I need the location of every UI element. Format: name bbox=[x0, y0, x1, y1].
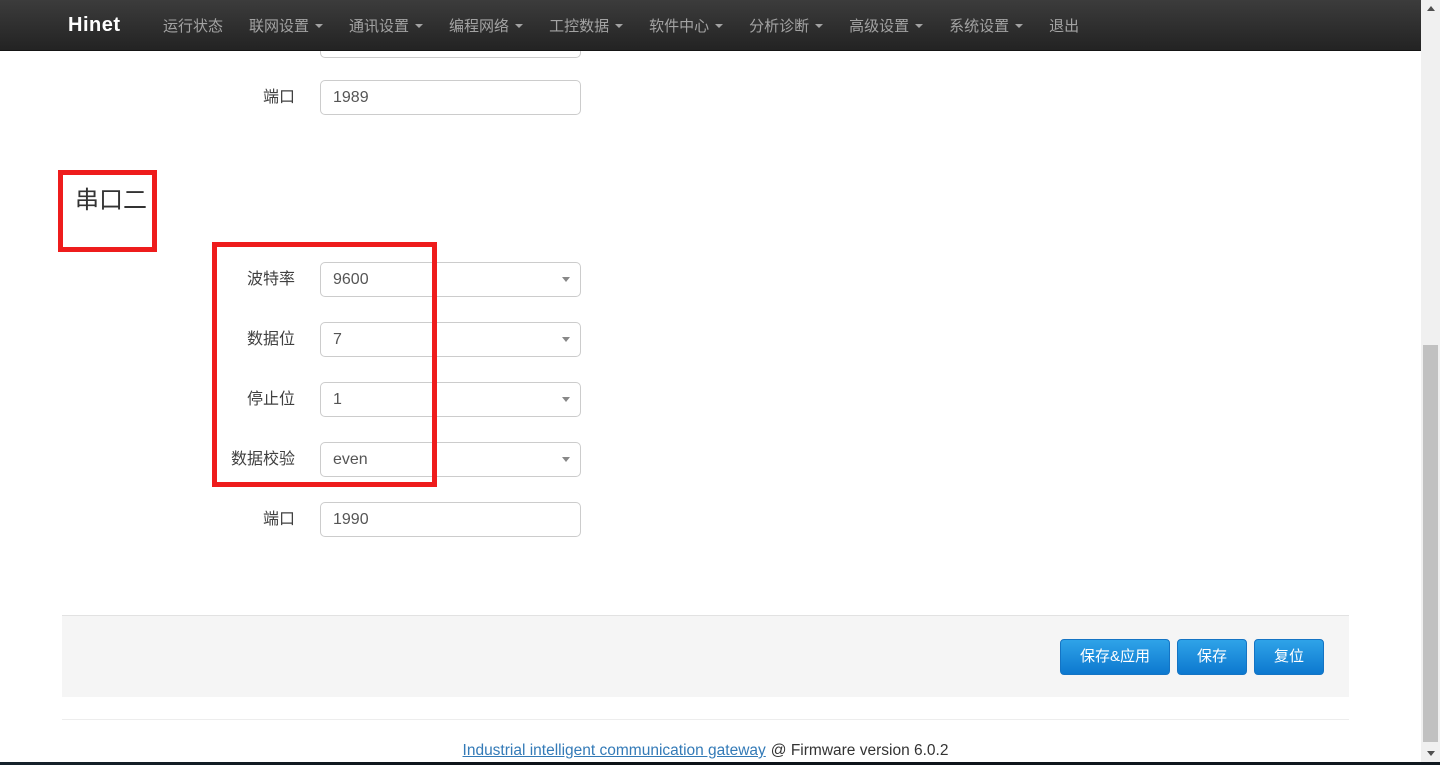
chevron-down-icon bbox=[515, 24, 523, 28]
scroll-up-button[interactable] bbox=[1421, 0, 1440, 17]
databits-select[interactable]: 7 bbox=[320, 322, 581, 357]
nav-item-label: 软件中心 bbox=[649, 15, 709, 36]
form-row-databits: 数据位 7 bbox=[0, 322, 1421, 357]
nav-item-label: 运行状态 bbox=[163, 15, 223, 36]
chevron-down-icon bbox=[1015, 24, 1023, 28]
chevron-down-icon bbox=[415, 24, 423, 28]
form-row-stopbits: 停止位 1 bbox=[0, 382, 1421, 417]
top-navbar: Hinet 运行状态 联网设置 通讯设置 编程网络 工控数据 软件中 bbox=[0, 0, 1421, 51]
gateway-link[interactable]: Industrial intelligent communication gat… bbox=[463, 742, 766, 759]
stopbits-selected-value: 1 bbox=[333, 391, 342, 408]
nav-item-advanced-settings[interactable]: 高级设置 bbox=[836, 0, 936, 51]
chevron-down-icon bbox=[915, 24, 923, 28]
section-title-serial2: 串口二 bbox=[75, 184, 147, 218]
firmware-version-text: @ Firmware version 6.0.2 bbox=[771, 742, 949, 759]
form-row-baudrate: 波特率 9600 bbox=[0, 262, 1421, 297]
parity-select[interactable]: even bbox=[320, 442, 581, 477]
baudrate-selected-value: 9600 bbox=[333, 271, 369, 288]
nav-item-label: 工控数据 bbox=[549, 15, 609, 36]
port2-input[interactable] bbox=[320, 502, 581, 537]
save-button[interactable]: 保存 bbox=[1177, 639, 1247, 675]
port1-label: 端口 bbox=[130, 80, 295, 115]
nav-item-system-settings[interactable]: 系统设置 bbox=[936, 0, 1036, 51]
vertical-scrollbar[interactable] bbox=[1421, 0, 1440, 765]
nav-item-label: 分析诊断 bbox=[749, 15, 809, 36]
nav-item-logout[interactable]: 退出 bbox=[1036, 0, 1092, 51]
nav-item-label: 系统设置 bbox=[949, 15, 1009, 36]
form-row-port2: 端口 bbox=[0, 502, 1421, 537]
form-row-parity: 数据校验 even bbox=[0, 442, 1421, 477]
select-arrow-icon bbox=[562, 457, 570, 462]
select-arrow-icon bbox=[562, 337, 570, 342]
parity-label: 数据校验 bbox=[130, 442, 295, 477]
nav-item-running-status[interactable]: 运行状态 bbox=[150, 0, 236, 51]
nav-item-network-settings[interactable]: 联网设置 bbox=[236, 0, 336, 51]
page: Hinet 运行状态 联网设置 通讯设置 编程网络 工控数据 软件中 bbox=[0, 0, 1440, 765]
reset-button[interactable]: 复位 bbox=[1254, 639, 1324, 675]
action-bar: 保存&应用 保存 复位 bbox=[62, 615, 1349, 697]
brand-logo[interactable]: Hinet bbox=[68, 0, 121, 51]
scrollbar-thumb[interactable] bbox=[1423, 345, 1438, 742]
databits-selected-value: 7 bbox=[333, 331, 342, 348]
chevron-down-icon bbox=[315, 24, 323, 28]
baudrate-select[interactable]: 9600 bbox=[320, 262, 581, 297]
nav-item-label: 退出 bbox=[1049, 15, 1079, 36]
port2-label: 端口 bbox=[130, 502, 295, 537]
baudrate-label: 波特率 bbox=[130, 262, 295, 297]
select-arrow-icon bbox=[562, 397, 570, 402]
nav-item-label: 编程网络 bbox=[449, 15, 509, 36]
scroll-up-icon bbox=[1427, 6, 1435, 11]
scroll-down-icon bbox=[1427, 751, 1435, 756]
nav-item-analysis-diagnosis[interactable]: 分析诊断 bbox=[736, 0, 836, 51]
save-apply-button[interactable]: 保存&应用 bbox=[1060, 639, 1170, 675]
chevron-down-icon bbox=[615, 24, 623, 28]
form-row-port1: 端口 bbox=[0, 80, 1421, 115]
chevron-down-icon bbox=[715, 24, 723, 28]
nav-item-software-center[interactable]: 软件中心 bbox=[636, 0, 736, 51]
parity-selected-value: even bbox=[333, 451, 368, 468]
databits-label: 数据位 bbox=[130, 322, 295, 357]
stopbits-select[interactable]: 1 bbox=[320, 382, 581, 417]
port1-input[interactable] bbox=[320, 80, 581, 115]
nav-item-label: 联网设置 bbox=[249, 15, 309, 36]
scroll-down-button[interactable] bbox=[1421, 745, 1440, 762]
nav-item-label: 通讯设置 bbox=[349, 15, 409, 36]
nav-item-programming-network[interactable]: 编程网络 bbox=[436, 0, 536, 51]
nav-item-industrial-data[interactable]: 工控数据 bbox=[536, 0, 636, 51]
page-footer: Industrial intelligent communication gat… bbox=[62, 742, 1349, 760]
nav-item-label: 高级设置 bbox=[849, 15, 909, 36]
nav-item-comm-settings[interactable]: 通讯设置 bbox=[336, 0, 436, 51]
select-arrow-icon bbox=[562, 277, 570, 282]
chevron-down-icon bbox=[815, 24, 823, 28]
footer-divider bbox=[62, 719, 1349, 720]
nav-menu: 运行状态 联网设置 通讯设置 编程网络 工控数据 软件中心 bbox=[150, 0, 1092, 51]
stopbits-label: 停止位 bbox=[130, 382, 295, 417]
